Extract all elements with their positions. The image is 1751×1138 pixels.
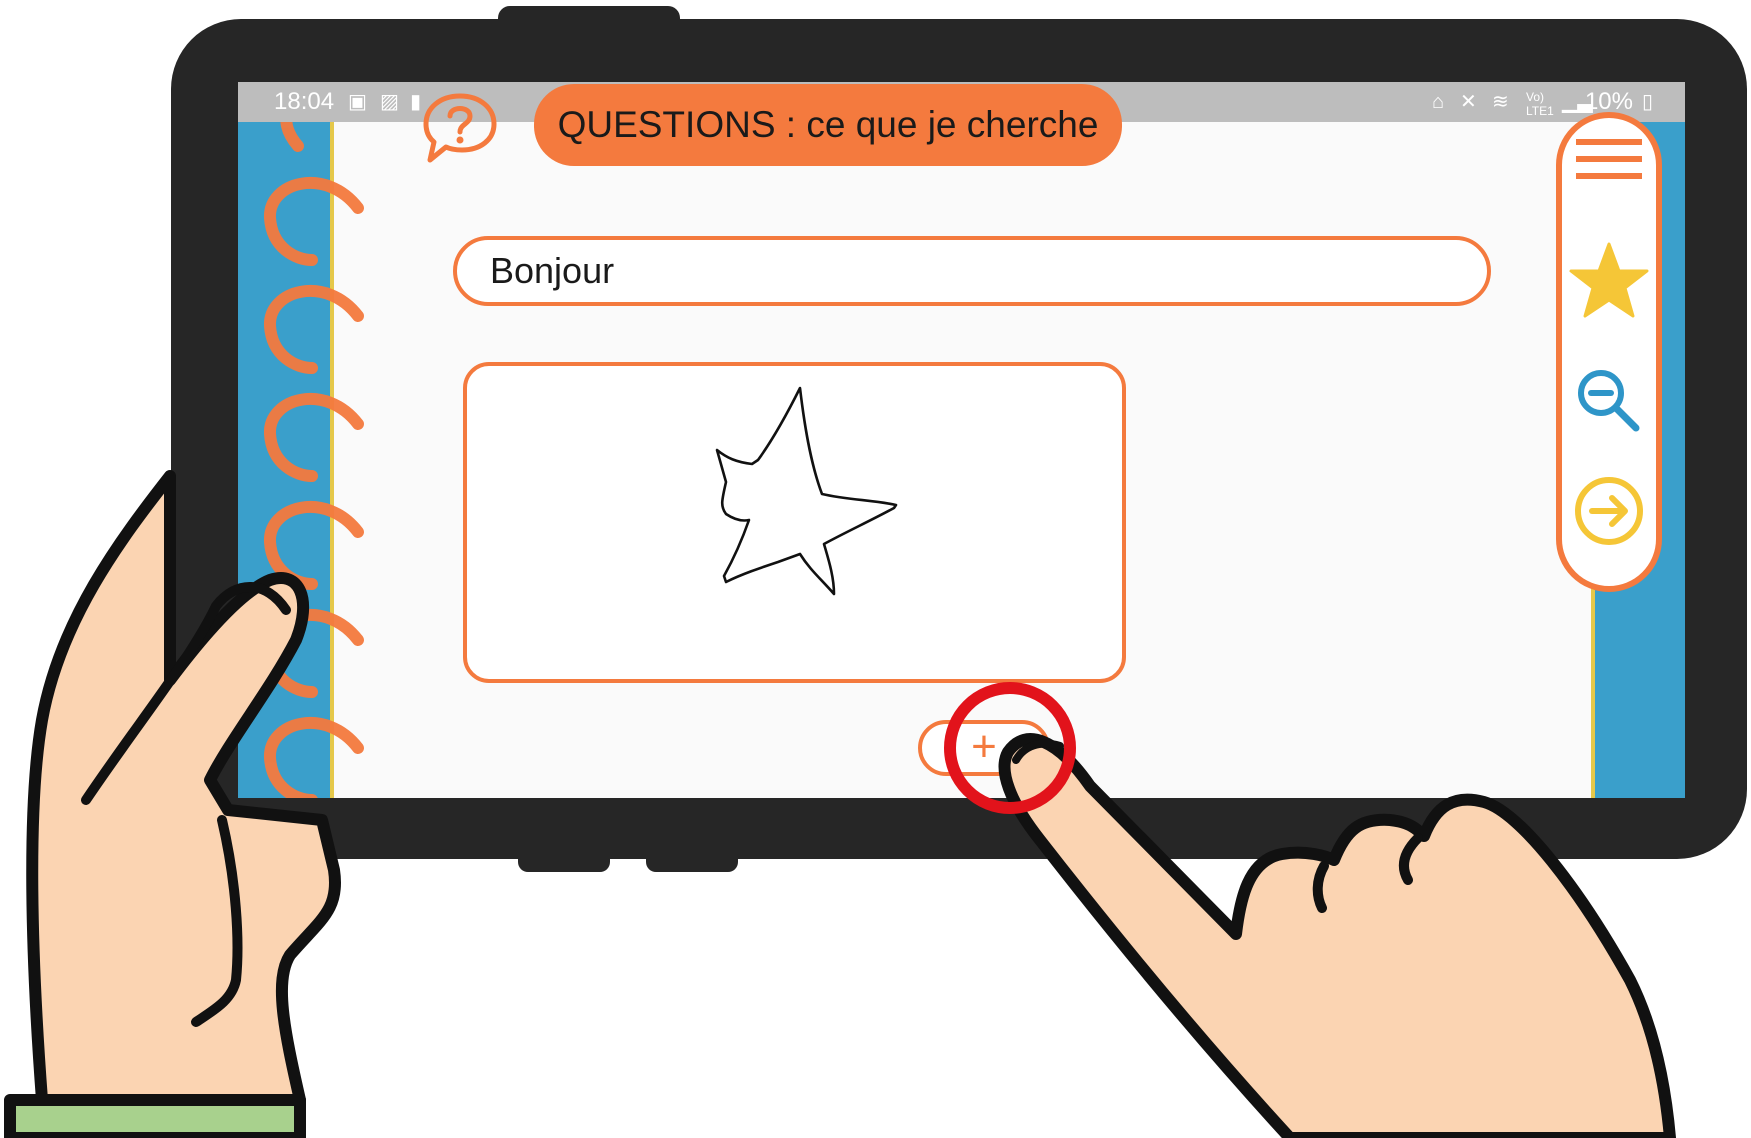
spiral-ring [264,501,364,590]
favorite-button[interactable] [1562,242,1656,318]
battery-icon: ▯ [1641,91,1653,113]
photo-icon: ▣ [348,91,367,113]
word-input[interactable]: Bonjour [453,236,1491,306]
notebook-spiral [264,85,364,798]
side-toolbar [1556,112,1662,592]
drawing-card[interactable] [463,362,1126,683]
add-button[interactable]: + [918,720,1050,776]
wifi-icon: ≋ [1492,91,1509,113]
image-icon: ▨ [380,91,399,113]
next-arrow-icon [1575,477,1643,545]
star-drawing [715,386,898,596]
next-button[interactable] [1562,474,1656,548]
zoom-out-button[interactable] [1562,366,1656,436]
home-lock-icon: ⌂ [1432,91,1445,113]
spiral-ring [264,393,364,482]
status-time: 18:04 [274,88,335,115]
mute-icon: ✕ [1460,91,1477,113]
spiral-ring [264,285,364,374]
zoom-out-icon [1578,370,1640,432]
menu-button[interactable] [1562,132,1656,192]
question-speech-bubble-icon[interactable] [420,90,500,166]
page-title-text: QUESTIONS : ce que je cherche [557,104,1099,145]
spiral-ring [264,717,364,798]
star-icon [1569,242,1649,318]
menu-icon [1576,139,1642,179]
tablet-screen: 18:04 ▣ ▨ ▮ ⌂ ✕ ≋ Vo) LTE1 ▁▃ 10% ▯ QUEST… [238,82,1685,798]
page-title: QUESTIONS : ce que je cherche [534,84,1122,166]
spiral-ring [264,177,364,266]
volte-lte-icon: Vo) LTE1 [1526,90,1554,118]
spiral-ring [264,609,364,698]
